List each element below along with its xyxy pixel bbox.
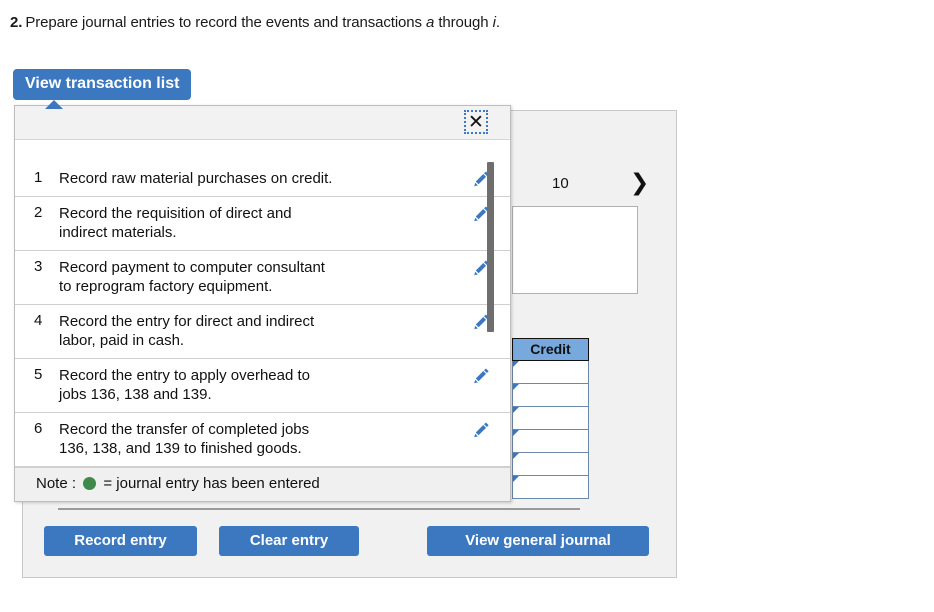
close-icon[interactable]: ✕: [464, 110, 488, 134]
list-item-description: Record the entry to apply overhead to jo…: [59, 367, 310, 403]
list-item[interactable]: 4 Record the entry for direct and indire…: [15, 305, 510, 359]
journal-note-textbox[interactable]: [512, 206, 638, 294]
list-item[interactable]: 2 Record the requisition of direct and i…: [15, 197, 510, 251]
record-entry-button[interactable]: Record entry: [44, 526, 197, 556]
question-number: 2.: [10, 14, 23, 31]
transaction-list-popup: ✕ 1 Record raw material purchases on cre…: [14, 105, 511, 502]
credit-input-cell[interactable]: [512, 476, 589, 499]
transaction-list-scroll-area[interactable]: 1 Record raw material purchases on credi…: [15, 140, 510, 470]
list-item-number: 6: [34, 420, 43, 437]
list-item[interactable]: 6 Record the transfer of completed jobs …: [15, 413, 510, 467]
credit-input-cell[interactable]: [512, 430, 589, 453]
pencil-icon[interactable]: [473, 421, 491, 439]
credit-input-cell[interactable]: [512, 407, 589, 430]
question-text-before: Prepare journal entries to record the ev…: [25, 14, 427, 31]
pencil-icon[interactable]: [473, 367, 491, 385]
cell-flag-icon: [513, 430, 519, 436]
chevron-right-icon[interactable]: ❯: [630, 170, 649, 196]
credit-input-cell[interactable]: [512, 453, 589, 476]
popup-header: ✕: [15, 106, 510, 140]
list-item-number: 1: [34, 169, 43, 186]
form-divider: [58, 508, 580, 510]
credit-column-header: Credit: [512, 338, 589, 361]
question-text-end: .: [495, 14, 500, 31]
list-item[interactable]: 5 Record the entry to apply overhead to …: [15, 359, 510, 413]
list-item-description: Record the transfer of completed jobs 13…: [59, 421, 310, 457]
credit-column: Credit: [512, 338, 589, 499]
cell-flag-icon: [513, 361, 519, 367]
note-suffix: = journal entry has been entered: [99, 475, 320, 492]
cell-flag-icon: [513, 407, 519, 413]
view-transaction-list-tab[interactable]: View transaction list: [13, 69, 192, 100]
list-item-description: Record the entry for direct and indirect…: [59, 313, 315, 349]
list-item-description: Record the requisition of direct and ind…: [59, 205, 292, 241]
cell-flag-icon: [513, 384, 519, 390]
list-item-number: 4: [34, 312, 43, 329]
list-item-description: Record payment to computer consultant to…: [59, 259, 325, 295]
question-text-middle: through: [434, 14, 493, 31]
list-item[interactable]: 1 Record raw material purchases on credi…: [15, 162, 510, 197]
green-dot-icon: [83, 477, 97, 490]
note-prefix: Note :: [36, 475, 81, 492]
note-text: Note : = journal entry has been entered: [36, 475, 320, 492]
list-scrollbar[interactable]: [487, 162, 494, 337]
list-item-number: 5: [34, 366, 43, 383]
list-item-description: Record raw material purchases on credit.: [59, 170, 333, 187]
view-general-journal-button[interactable]: View general journal: [427, 526, 649, 556]
credit-input-cell[interactable]: [512, 361, 589, 384]
pagination-page-number: 10: [552, 175, 569, 192]
list-item-number: 3: [34, 258, 43, 275]
list-item-number: 2: [34, 204, 43, 221]
tab-pointer-triangle: [45, 100, 63, 109]
list-top-spacer: [15, 140, 510, 162]
list-item[interactable]: 3 Record payment to computer consultant …: [15, 251, 510, 305]
pagination: ⟨ 10 ❯: [490, 170, 655, 200]
list-scrollbar-thumb[interactable]: [487, 162, 494, 332]
note-bar: Note : = journal entry has been entered: [15, 467, 510, 501]
credit-input-cell[interactable]: [512, 384, 589, 407]
cell-flag-icon: [513, 476, 519, 482]
question-prompt: 2. Prepare journal entries to record the …: [10, 14, 500, 31]
cell-flag-icon: [513, 453, 519, 459]
clear-entry-button[interactable]: Clear entry: [219, 526, 359, 556]
